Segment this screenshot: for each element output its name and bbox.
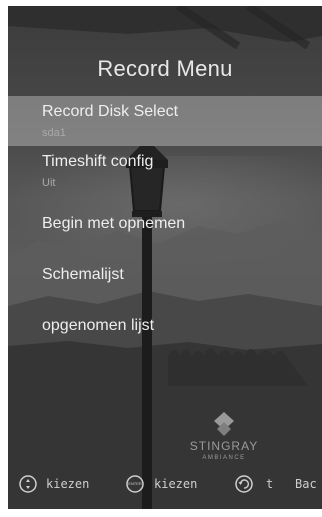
dpad-circle-icon — [19, 475, 37, 493]
tv-screen: Record Menu Record Disk Select sda1 Time… — [8, 6, 322, 509]
menu-item-label: opgenomen lijst — [42, 317, 155, 334]
key-hints-bar: kiezen ENTER kiezen t Bac — [8, 470, 322, 500]
menu-item-value: Uit — [42, 177, 56, 189]
logo-tagline: AMBIANCE — [202, 455, 246, 461]
hint-label-select: kiezen — [46, 477, 90, 491]
hint-label-back-1: t — [266, 477, 274, 491]
hint-label-enter: kiezen — [154, 477, 198, 491]
menu-item-timeshift-config[interactable]: Timeshift config Uit — [8, 146, 322, 197]
hint-label-back-2: Bac — [295, 477, 317, 491]
menu-item-label: Record Disk Select — [42, 103, 179, 120]
stingray-logo: STINGRAY AMBIANCE — [184, 410, 264, 470]
menu-item-label: Schemalijst — [42, 266, 124, 283]
enter-badge: ENTER — [128, 481, 142, 486]
back-arrow-icon — [235, 475, 253, 493]
menu-item-label: Timeshift config — [42, 153, 154, 170]
menu-item-opgenomen-lijst[interactable]: opgenomen lijst — [8, 299, 322, 350]
menu-item-label: Begin met opnemen — [42, 215, 186, 232]
menu-item-schemalijst[interactable]: Schemalijst — [8, 248, 322, 299]
menu-item-record-disk-select[interactable]: Record Disk Select sda1 — [8, 96, 322, 146]
record-menu-list: Record Disk Select sda1 Timeshift config… — [8, 96, 322, 350]
menu-item-value: sda1 — [42, 127, 66, 139]
stingray-mark-icon — [214, 412, 234, 436]
menu-title: Record Menu — [97, 56, 233, 81]
logo-brand: STINGRAY — [189, 439, 259, 453]
menu-item-begin-met-opnemen[interactable]: Begin met opnemen — [8, 197, 322, 248]
